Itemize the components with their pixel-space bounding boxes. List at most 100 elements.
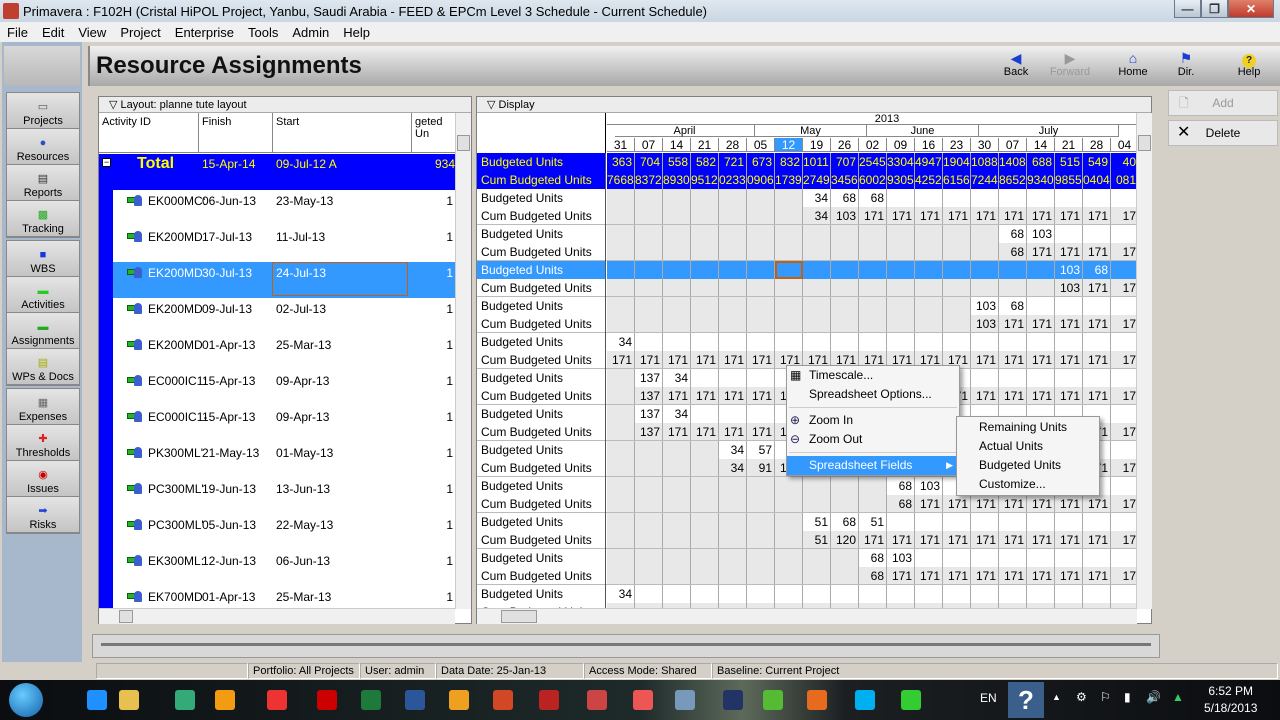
budgeted-cell[interactable]: 34 — [663, 405, 691, 423]
budgeted-cell[interactable] — [1111, 225, 1137, 243]
taskbar-evernote[interactable] — [754, 683, 792, 717]
budgeted-cell[interactable] — [999, 369, 1027, 387]
budgeted-cell[interactable] — [943, 549, 971, 567]
cum-budgeted-cell[interactable]: 171 — [1055, 531, 1083, 549]
col-finish[interactable]: Finish — [199, 113, 273, 152]
cum-budgeted-cell[interactable]: 171 — [943, 567, 971, 585]
budgeted-cell[interactable]: 68 — [999, 225, 1027, 243]
cum-budgeted-cell[interactable]: 171 — [635, 351, 663, 369]
cum-budgeted-cell[interactable]: 17 — [1111, 207, 1137, 225]
budgeted-cell[interactable] — [691, 549, 719, 567]
total-cum-cell[interactable]: 8652 — [999, 171, 1027, 189]
right-vertical-scrollbar[interactable] — [1136, 113, 1152, 609]
week-header[interactable]: 28 — [719, 138, 747, 152]
cum-budgeted-cell[interactable]: 171 — [1083, 567, 1111, 585]
budgeted-cell[interactable] — [971, 261, 999, 279]
budgeted-cell[interactable] — [803, 549, 831, 567]
budgeted-cell[interactable] — [1027, 585, 1055, 603]
cum-budgeted-cell[interactable]: 171 — [691, 423, 719, 441]
budgeted-cell[interactable] — [663, 297, 691, 315]
budgeted-cell[interactable] — [635, 513, 663, 531]
cum-budgeted-cell[interactable]: 171 — [859, 531, 887, 549]
budgeted-cell[interactable] — [635, 549, 663, 567]
cum-budgeted-cell[interactable]: 171 — [1083, 207, 1111, 225]
budgeted-cell[interactable] — [915, 189, 943, 207]
budgeted-cell[interactable]: 68 — [859, 189, 887, 207]
cum-budgeted-cell[interactable]: 171 — [691, 387, 719, 405]
menu-item-spreadsheet-fields[interactable]: Spreadsheet Fields ▶ — [787, 456, 959, 475]
menu-item-zoom-out[interactable]: ⊖ Zoom Out — [787, 430, 959, 449]
budgeted-cell[interactable]: 137 — [635, 369, 663, 387]
delete-button[interactable]: ✕ Delete — [1168, 120, 1278, 146]
cum-budgeted-cell[interactable] — [859, 315, 887, 333]
budgeted-cell[interactable] — [971, 225, 999, 243]
cum-budgeted-cell[interactable]: 171 — [943, 495, 971, 513]
budgeted-cell[interactable] — [635, 441, 663, 459]
cum-budgeted-cell[interactable]: 171 — [915, 567, 943, 585]
budgeted-cell[interactable] — [943, 261, 971, 279]
cum-budgeted-cell[interactable] — [663, 279, 691, 297]
budgeted-cell[interactable] — [691, 477, 719, 495]
week-header[interactable]: 26 — [831, 138, 859, 152]
week-header[interactable]: 02 — [859, 138, 887, 152]
cum-budgeted-cell[interactable] — [915, 279, 943, 297]
sidebar-item-resources[interactable]: ● Resources — [7, 129, 79, 165]
cum-budgeted-cell[interactable]: 171 — [1027, 351, 1055, 369]
total-budgeted-cell[interactable]: 832 — [775, 153, 803, 171]
budgeted-cell[interactable]: 103 — [1055, 261, 1083, 279]
cum-budgeted-cell[interactable] — [635, 459, 663, 477]
budgeted-cell[interactable] — [719, 405, 747, 423]
budgeted-cell[interactable] — [607, 441, 635, 459]
cum-budgeted-cell[interactable]: 17 — [1111, 243, 1137, 261]
budgeted-cell[interactable]: 51 — [803, 513, 831, 531]
budgeted-cell[interactable] — [971, 585, 999, 603]
cum-budgeted-cell[interactable] — [971, 243, 999, 261]
close-button[interactable]: ✕ — [1228, 0, 1274, 18]
cum-budgeted-cell[interactable] — [719, 567, 747, 585]
cum-budgeted-cell[interactable]: 171 — [1083, 279, 1111, 297]
budgeted-cell[interactable]: 68 — [831, 189, 859, 207]
budgeted-cell[interactable] — [803, 297, 831, 315]
cum-budgeted-cell[interactable] — [691, 567, 719, 585]
menu-edit[interactable]: Edit — [35, 25, 71, 40]
budgeted-cell[interactable] — [607, 549, 635, 567]
taskbar-snipping-tool[interactable] — [578, 683, 616, 717]
drive-sync-icon[interactable]: ▲ — [1172, 690, 1184, 704]
cum-budgeted-cell[interactable] — [691, 279, 719, 297]
cum-budgeted-cell[interactable] — [831, 315, 859, 333]
budgeted-cell[interactable] — [943, 297, 971, 315]
budgeted-cell[interactable] — [747, 369, 775, 387]
cum-budgeted-cell[interactable]: 171 — [1027, 207, 1055, 225]
cum-budgeted-cell[interactable]: 120 — [831, 531, 859, 549]
budgeted-cell[interactable] — [607, 225, 635, 243]
budgeted-cell[interactable] — [859, 585, 887, 603]
cum-budgeted-cell[interactable]: 171 — [971, 207, 999, 225]
budgeted-cell[interactable] — [915, 297, 943, 315]
budgeted-cell[interactable] — [635, 333, 663, 351]
week-header[interactable]: 30 — [971, 138, 999, 152]
sidebar-item-tracking[interactable]: ▩ Tracking — [7, 201, 79, 237]
budgeted-cell[interactable] — [887, 297, 915, 315]
taskbar-hp-app[interactable] — [166, 683, 204, 717]
budgeted-cell[interactable] — [663, 261, 691, 279]
total-cum-cell[interactable]: 9512 — [691, 171, 719, 189]
cum-budgeted-cell[interactable]: 171 — [999, 315, 1027, 333]
budgeted-cell[interactable] — [607, 513, 635, 531]
budgeted-cell[interactable] — [1055, 297, 1083, 315]
budgeted-cell[interactable] — [1055, 513, 1083, 531]
cum-budgeted-cell[interactable]: 171 — [663, 351, 691, 369]
cum-budgeted-cell[interactable]: 171 — [971, 351, 999, 369]
budgeted-cell[interactable] — [663, 189, 691, 207]
budgeted-cell[interactable] — [915, 585, 943, 603]
budgeted-cell[interactable] — [915, 333, 943, 351]
sidebar-item-wps-docs[interactable]: ▤ WPs & Docs — [7, 349, 79, 385]
cum-budgeted-cell[interactable] — [859, 243, 887, 261]
budgeted-cell[interactable] — [747, 477, 775, 495]
taskbar-powerpoint[interactable] — [484, 683, 522, 717]
cum-budgeted-cell[interactable]: 103 — [1055, 279, 1083, 297]
taskbar-skype[interactable] — [846, 683, 884, 717]
cum-budgeted-cell[interactable]: 171 — [999, 207, 1027, 225]
budgeted-cell[interactable] — [635, 261, 663, 279]
total-budgeted-cell[interactable]: 704 — [635, 153, 663, 171]
cum-budgeted-cell[interactable] — [915, 243, 943, 261]
